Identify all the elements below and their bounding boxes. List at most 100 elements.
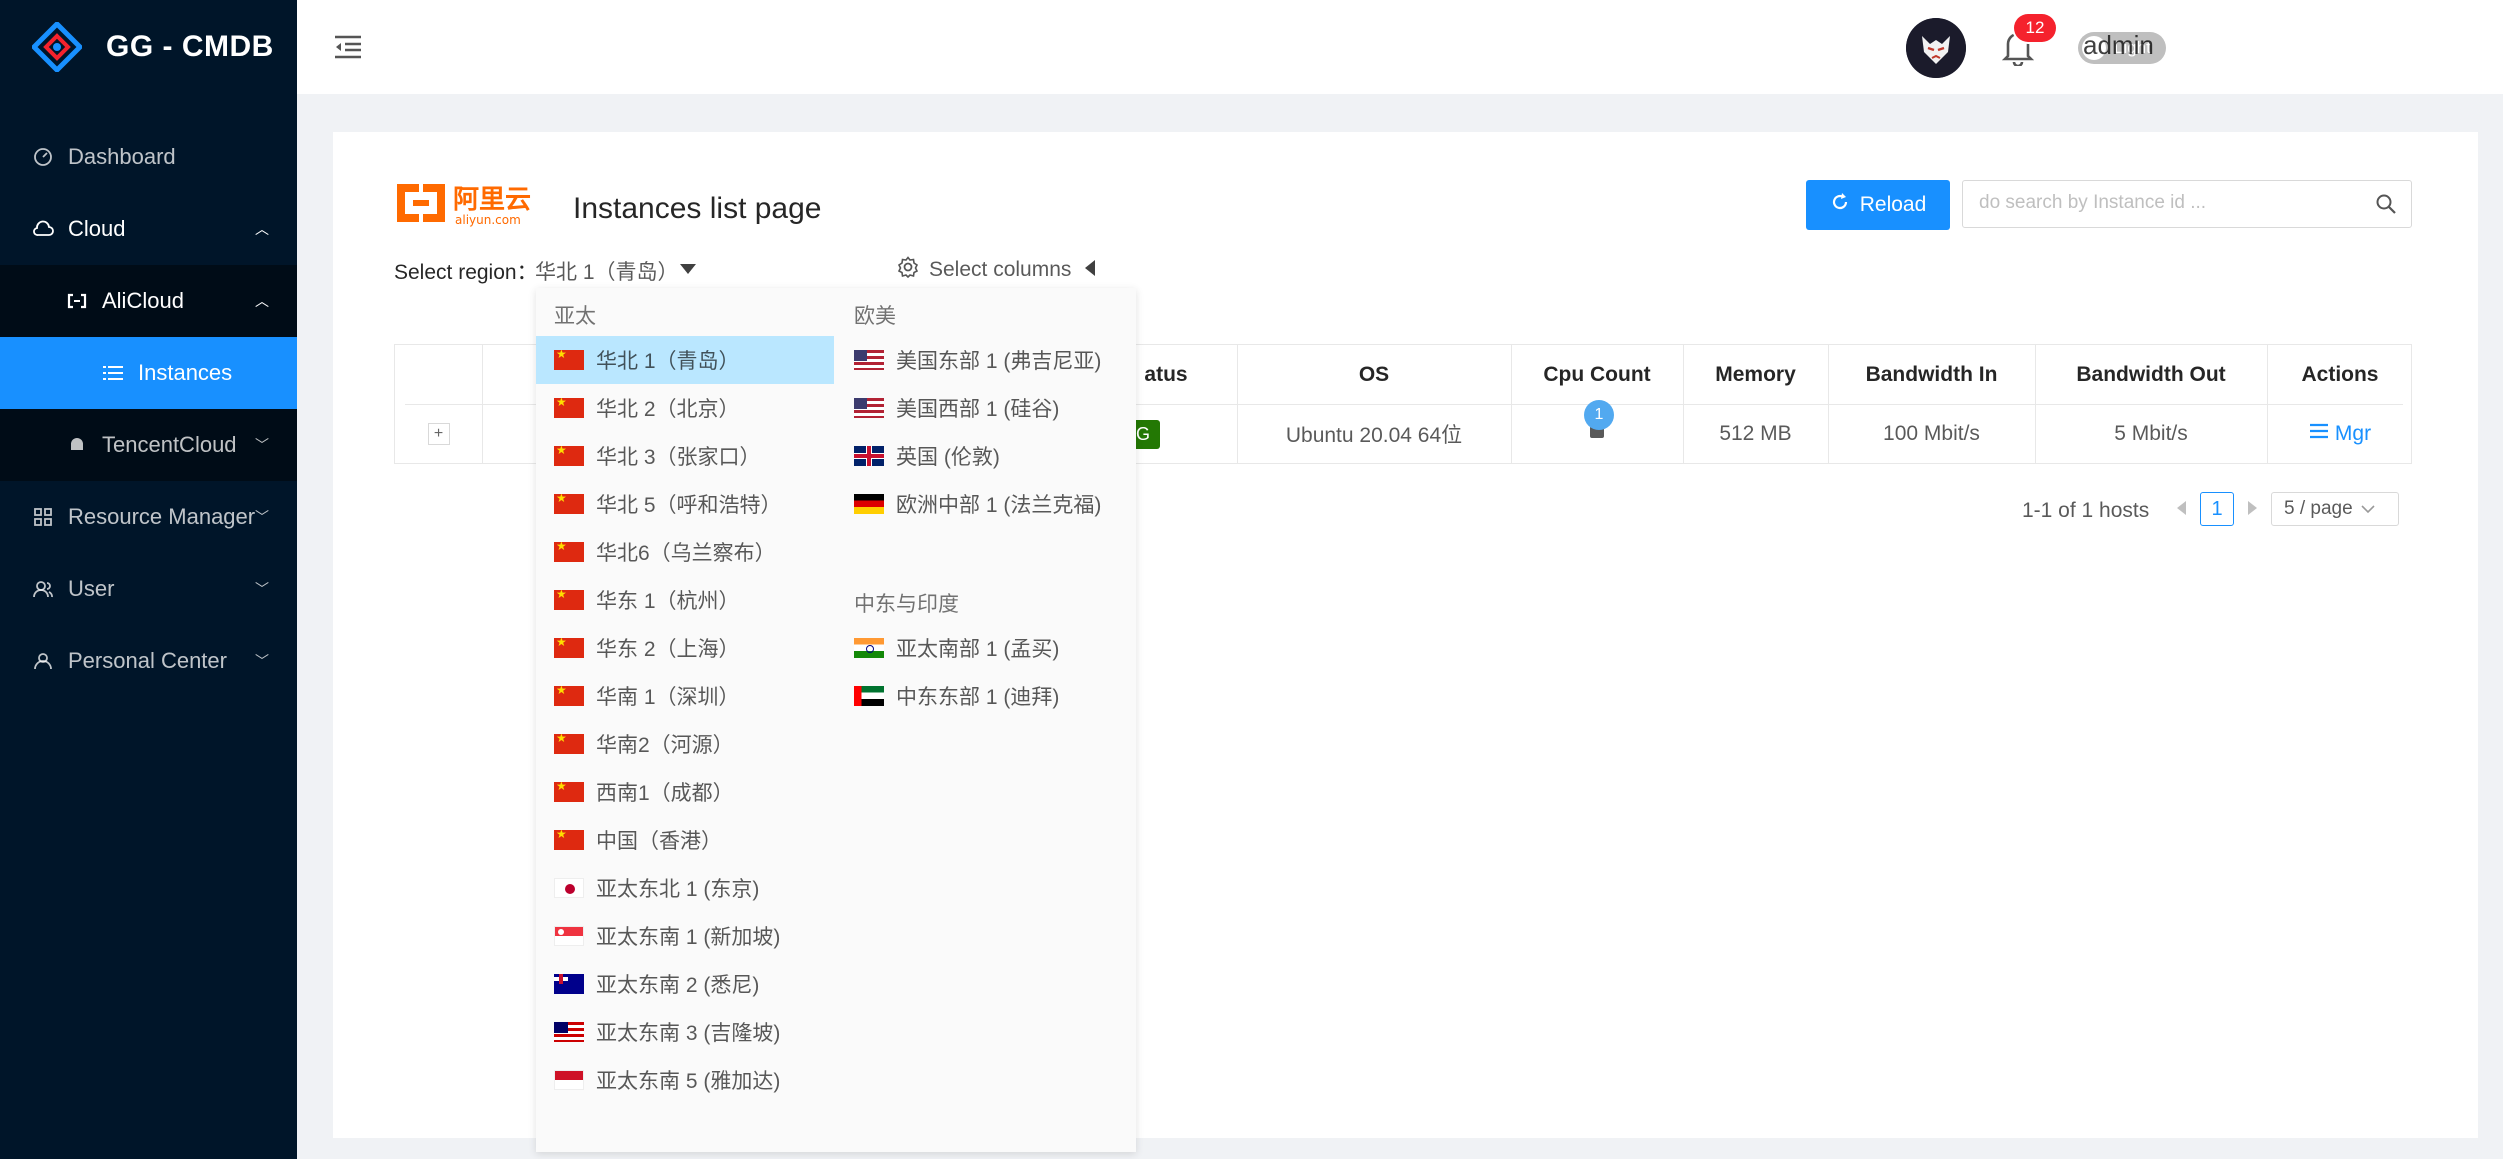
region-option-label: 华北 3（张家口） xyxy=(596,446,761,469)
flag-in-icon xyxy=(854,638,884,658)
top-header: Light xyxy=(297,0,2503,94)
region-option[interactable]: 美国西部 1 (硅谷) xyxy=(836,384,1136,432)
region-option[interactable]: 华北6（乌兰察布） xyxy=(536,528,834,576)
region-option[interactable]: 华南2（河源） xyxy=(536,720,834,768)
region-option[interactable]: 华北 2（北京） xyxy=(536,384,834,432)
region-option-label: 华北 5（呼和浩特） xyxy=(596,494,782,517)
sidebar-item-label: Resource Manager xyxy=(68,504,256,529)
search-input[interactable] xyxy=(1979,181,2369,225)
region-option[interactable]: 华南 1（深圳） xyxy=(536,672,834,720)
region-option-label: 华东 2（上海） xyxy=(596,638,740,661)
flag-cn-icon xyxy=(554,590,584,610)
group-title-euro-america: 欧美 xyxy=(854,305,896,328)
region-option[interactable]: 华东 2（上海） xyxy=(536,624,834,672)
flag-cn-icon xyxy=(554,686,584,706)
region-option[interactable]: 亚太东南 2 (悉尼) xyxy=(536,960,834,1008)
flag-jp-icon xyxy=(554,878,584,898)
region-option-label: 英国 (伦敦) xyxy=(896,446,1000,469)
region-option-label: 中东东部 1 (迪拜) xyxy=(896,686,1060,709)
sidebar-item-tencentcloud[interactable]: TencentCloud ﹀ xyxy=(0,409,297,481)
page-size-value: 5 / page xyxy=(2284,498,2353,519)
region-option-label: 亚太东南 2 (悉尼) xyxy=(596,974,760,997)
flag-cn-icon xyxy=(554,830,584,850)
sidebar-item-dashboard[interactable]: Dashboard xyxy=(0,121,297,193)
region-option[interactable]: 亚太东北 1 (东京) xyxy=(536,864,834,912)
region-option-label: 欧洲中部 1 (法兰克福) xyxy=(896,494,1102,517)
region-dropdown: 亚太 欧美 中东与印度 华北 1（青岛） 华北 2（北京） 华北 3（张家口） 华北 … xyxy=(536,288,1136,1152)
header-cpu-count[interactable]: Cpu Count xyxy=(1511,345,1683,405)
row-os: Ubuntu 20.04 64位 xyxy=(1285,424,1463,447)
row-bandwidth-out: 5 Mbit/s xyxy=(2114,422,2188,445)
alicloud-icon xyxy=(66,290,88,312)
flag-us-icon xyxy=(854,398,884,418)
sidebar-item-personal-center[interactable]: Personal Center ﹀ xyxy=(0,625,297,697)
header-memory[interactable]: Memory xyxy=(1683,345,1828,405)
sidebar-item-cloud[interactable]: Cloud ︿ xyxy=(0,193,297,265)
region-option[interactable]: 华东 1（杭州） xyxy=(536,576,834,624)
prev-page-icon[interactable] xyxy=(2177,501,2186,515)
region-option-label: 华南2（河源） xyxy=(596,734,734,757)
logo-subtext: aliyun.com xyxy=(455,213,521,227)
flag-cn-icon xyxy=(554,542,584,562)
region-option[interactable]: 欧洲中部 1 (法兰克福) xyxy=(836,480,1136,528)
chevron-down-icon: ﹀ xyxy=(255,581,269,597)
flag-cn-icon xyxy=(554,446,584,466)
header-os[interactable]: OS xyxy=(1237,345,1511,405)
region-option[interactable]: 西南1（成都） xyxy=(536,768,834,816)
sidebar-item-label: User xyxy=(68,576,115,601)
reload-button[interactable]: Reload xyxy=(1806,180,1950,230)
sidebar-item-resource-manager[interactable]: Resource Manager ﹀ xyxy=(0,481,297,553)
expand-row-button[interactable]: + xyxy=(427,423,450,445)
region-option[interactable]: 华北 1（青岛） xyxy=(536,336,834,384)
username[interactable]: admin xyxy=(2083,30,2154,61)
bell-icon xyxy=(66,434,88,456)
page-number-button[interactable]: 1 xyxy=(2200,492,2234,526)
sidebar-item-label: TencentCloud xyxy=(102,432,237,457)
region-option[interactable]: 亚太东南 3 (吉隆坡) xyxy=(536,1008,834,1056)
region-label: Select region： xyxy=(394,261,538,284)
reload-label: Reload xyxy=(1859,193,1927,216)
brand-logo-icon xyxy=(30,20,84,74)
region-option-label: 美国东部 1 (弗吉尼亚) xyxy=(896,350,1102,373)
region-option[interactable]: 华北 3（张家口） xyxy=(536,432,834,480)
region-option[interactable]: 中东东部 1 (迪拜) xyxy=(836,672,1136,720)
logo-text: 阿里云 xyxy=(453,185,531,215)
region-option[interactable]: 英国 (伦敦) xyxy=(836,432,1136,480)
region-option[interactable]: 亚太东南 5 (雅加达) xyxy=(536,1056,834,1104)
group-title-asia: 亚太 xyxy=(554,305,596,328)
next-page-icon[interactable] xyxy=(2248,501,2257,515)
header-bandwidth-out[interactable]: Bandwidth Out xyxy=(2035,345,2267,405)
gear-icon xyxy=(897,256,919,284)
region-select[interactable]: 华北 1（青岛） xyxy=(535,256,679,286)
sidebar-item-user[interactable]: User ﹀ xyxy=(0,553,297,625)
brand: GG - CMDB xyxy=(0,0,297,94)
select-columns-button[interactable]: Select columns xyxy=(897,256,1071,284)
region-option[interactable]: 中国（香港） xyxy=(536,816,834,864)
region-option[interactable]: 美国东部 1 (弗吉尼亚) xyxy=(836,336,1136,384)
sidebar-item-instances[interactable]: Instances xyxy=(0,337,297,409)
list-icon xyxy=(102,362,124,384)
cpu-count-badge: 1 xyxy=(1584,400,1614,430)
dashboard-icon xyxy=(32,146,54,168)
sidebar-item-alicloud[interactable]: AliCloud ︿ xyxy=(0,265,297,337)
chevron-down-icon xyxy=(2361,498,2375,520)
header-bandwidth-in[interactable]: Bandwidth In xyxy=(1828,345,2035,405)
region-option-label: 亚太南部 1 (孟买) xyxy=(896,638,1060,661)
grid-icon xyxy=(32,506,54,528)
region-option[interactable]: 华北 5（呼和浩特） xyxy=(536,480,834,528)
region-option-label: 亚太东北 1 (东京) xyxy=(596,878,760,901)
region-option-label: 中国（香港） xyxy=(596,830,722,853)
region-option[interactable]: 亚太南部 1 (孟买) xyxy=(836,624,1136,672)
chevron-down-icon: ﹀ xyxy=(255,653,269,669)
mgr-button[interactable]: Mgr xyxy=(2309,422,2371,446)
page-size-select[interactable]: 5 / page xyxy=(2271,492,2399,526)
region-option[interactable]: 亚太东南 1 (新加坡) xyxy=(536,912,834,960)
menu-fold-icon[interactable] xyxy=(333,32,363,62)
caret-left-icon[interactable] xyxy=(1085,260,1095,276)
search-icon[interactable] xyxy=(2375,193,2397,215)
avatar[interactable] xyxy=(1906,18,1966,78)
caret-down-icon[interactable] xyxy=(680,264,696,274)
user-icon xyxy=(32,650,54,672)
flag-cn-icon xyxy=(554,782,584,802)
flag-us-icon xyxy=(854,350,884,370)
